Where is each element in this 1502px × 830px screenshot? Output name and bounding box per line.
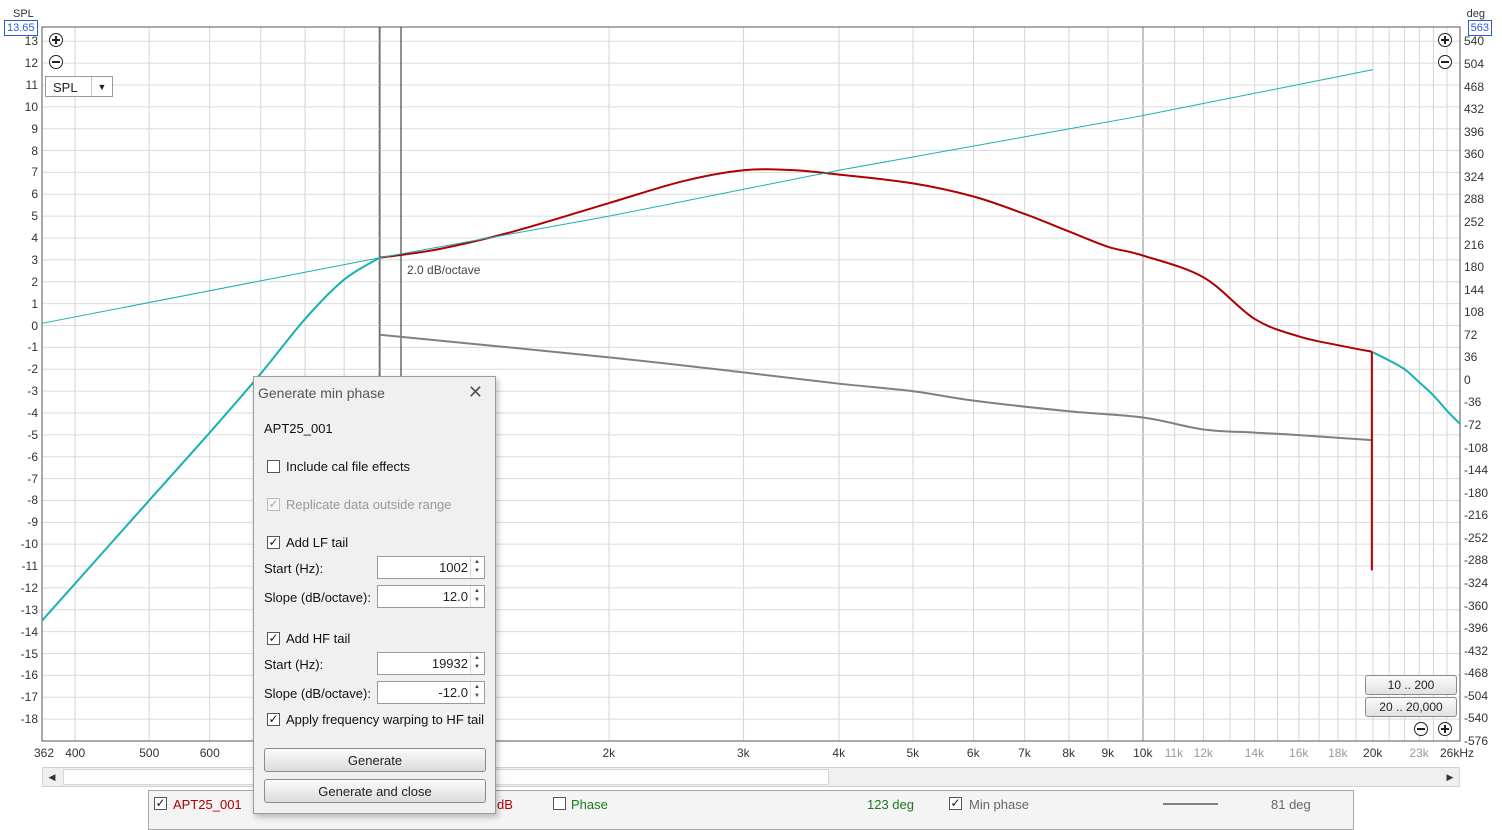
lf-start-value: 1002 xyxy=(439,560,468,575)
lf-slope-input[interactable]: 12.0 ▲ ▼ xyxy=(377,585,485,608)
hf-start-value: 19932 xyxy=(431,656,468,671)
generate-button[interactable]: Generate xyxy=(264,748,486,772)
hf-start-spinner[interactable]: ▲ ▼ xyxy=(470,653,484,674)
dialog-title: Generate min phase xyxy=(258,385,385,401)
frequency-warping-label[interactable]: Apply frequency warping to HF tail xyxy=(286,712,484,727)
zoom-out-right-icon[interactable] xyxy=(1438,55,1452,69)
lf-start-input[interactable]: 1002 ▲ ▼ xyxy=(377,556,485,579)
lf-slope-spinner[interactable]: ▲ ▼ xyxy=(470,586,484,607)
legend-phase-value: 123 deg xyxy=(867,797,914,812)
add-hf-tail-label[interactable]: Add HF tail xyxy=(286,631,350,646)
legend-min-phase-swatch xyxy=(1163,803,1218,805)
hf-start-label: Start (Hz): xyxy=(264,657,324,672)
add-hf-tail-checkbox[interactable]: ✓ xyxy=(267,632,280,645)
legend-unit: dB xyxy=(497,797,513,812)
frequency-response-chart[interactable]: 2.0 dB/octave xyxy=(0,0,1502,825)
add-lf-tail-label[interactable]: Add LF tail xyxy=(286,535,348,550)
include-cal-label[interactable]: Include cal file effects xyxy=(286,459,410,474)
lf-start-label: Start (Hz): xyxy=(264,561,324,576)
replicate-data-label[interactable]: Replicate data outside range xyxy=(286,497,452,512)
lf-slope-value: 12.0 xyxy=(442,589,468,604)
zoom-out-x-icon[interactable] xyxy=(1414,722,1428,736)
replicate-data-checkbox[interactable]: ✓ xyxy=(267,498,280,511)
measurement-name: APT25_001 xyxy=(264,421,333,436)
scroll-right-icon[interactable]: ▶ xyxy=(1441,768,1459,786)
spl-curve xyxy=(379,168,1373,353)
zoom-in-left-icon[interactable] xyxy=(49,33,63,47)
legend-measurement-checkbox[interactable]: ✓ xyxy=(154,797,167,810)
zoom-in-x-icon[interactable] xyxy=(1438,722,1452,736)
lf-start-spinner[interactable]: ▲ ▼ xyxy=(470,557,484,578)
graph-type-dropdown[interactable]: SPL ▼ xyxy=(45,76,113,97)
legend-phase-checkbox[interactable] xyxy=(553,797,566,810)
zoom-in-right-icon[interactable] xyxy=(1438,33,1452,47)
scroll-left-icon[interactable]: ◀ xyxy=(43,768,61,786)
hf-slope-value: -12.0 xyxy=(438,685,468,700)
generate-min-phase-dialog: Generate min phase ✕ APT25_001 Include c… xyxy=(253,376,496,814)
hf-slope-label: Slope (dB/octave): xyxy=(264,686,371,701)
zoom-out-left-icon[interactable] xyxy=(49,55,63,69)
legend-min-phase-label[interactable]: Min phase xyxy=(969,797,1029,812)
hf-slope-spinner[interactable]: ▲ ▼ xyxy=(470,682,484,703)
range-20-20000-button[interactable]: 20 .. 20,000 xyxy=(1365,697,1457,717)
legend-min-phase-checkbox[interactable]: ✓ xyxy=(949,797,962,810)
range-10-200-button[interactable]: 10 .. 200 xyxy=(1365,675,1457,695)
close-icon[interactable]: ✕ xyxy=(468,383,483,401)
graph-type-value: SPL xyxy=(53,80,78,95)
generate-and-close-button[interactable]: Generate and close xyxy=(264,779,486,803)
include-cal-checkbox[interactable] xyxy=(267,460,280,473)
hf-slope-input[interactable]: -12.0 ▲ ▼ xyxy=(377,681,485,704)
slope-annotation: 2.0 dB/octave xyxy=(407,263,481,277)
add-lf-tail-checkbox[interactable]: ✓ xyxy=(267,536,280,549)
lf-slope-label: Slope (dB/octave): xyxy=(264,590,371,605)
legend-measurement-name[interactable]: APT25_001 xyxy=(173,797,242,812)
legend-min-phase-value: 81 deg xyxy=(1271,797,1311,812)
frequency-warping-checkbox[interactable]: ✓ xyxy=(267,713,280,726)
min-phase-curve xyxy=(379,333,1372,442)
chevron-down-icon: ▼ xyxy=(91,77,112,96)
hf-start-input[interactable]: 19932 ▲ ▼ xyxy=(377,652,485,675)
slope-reference-line xyxy=(41,69,1374,324)
legend-phase-label[interactable]: Phase xyxy=(571,797,608,812)
